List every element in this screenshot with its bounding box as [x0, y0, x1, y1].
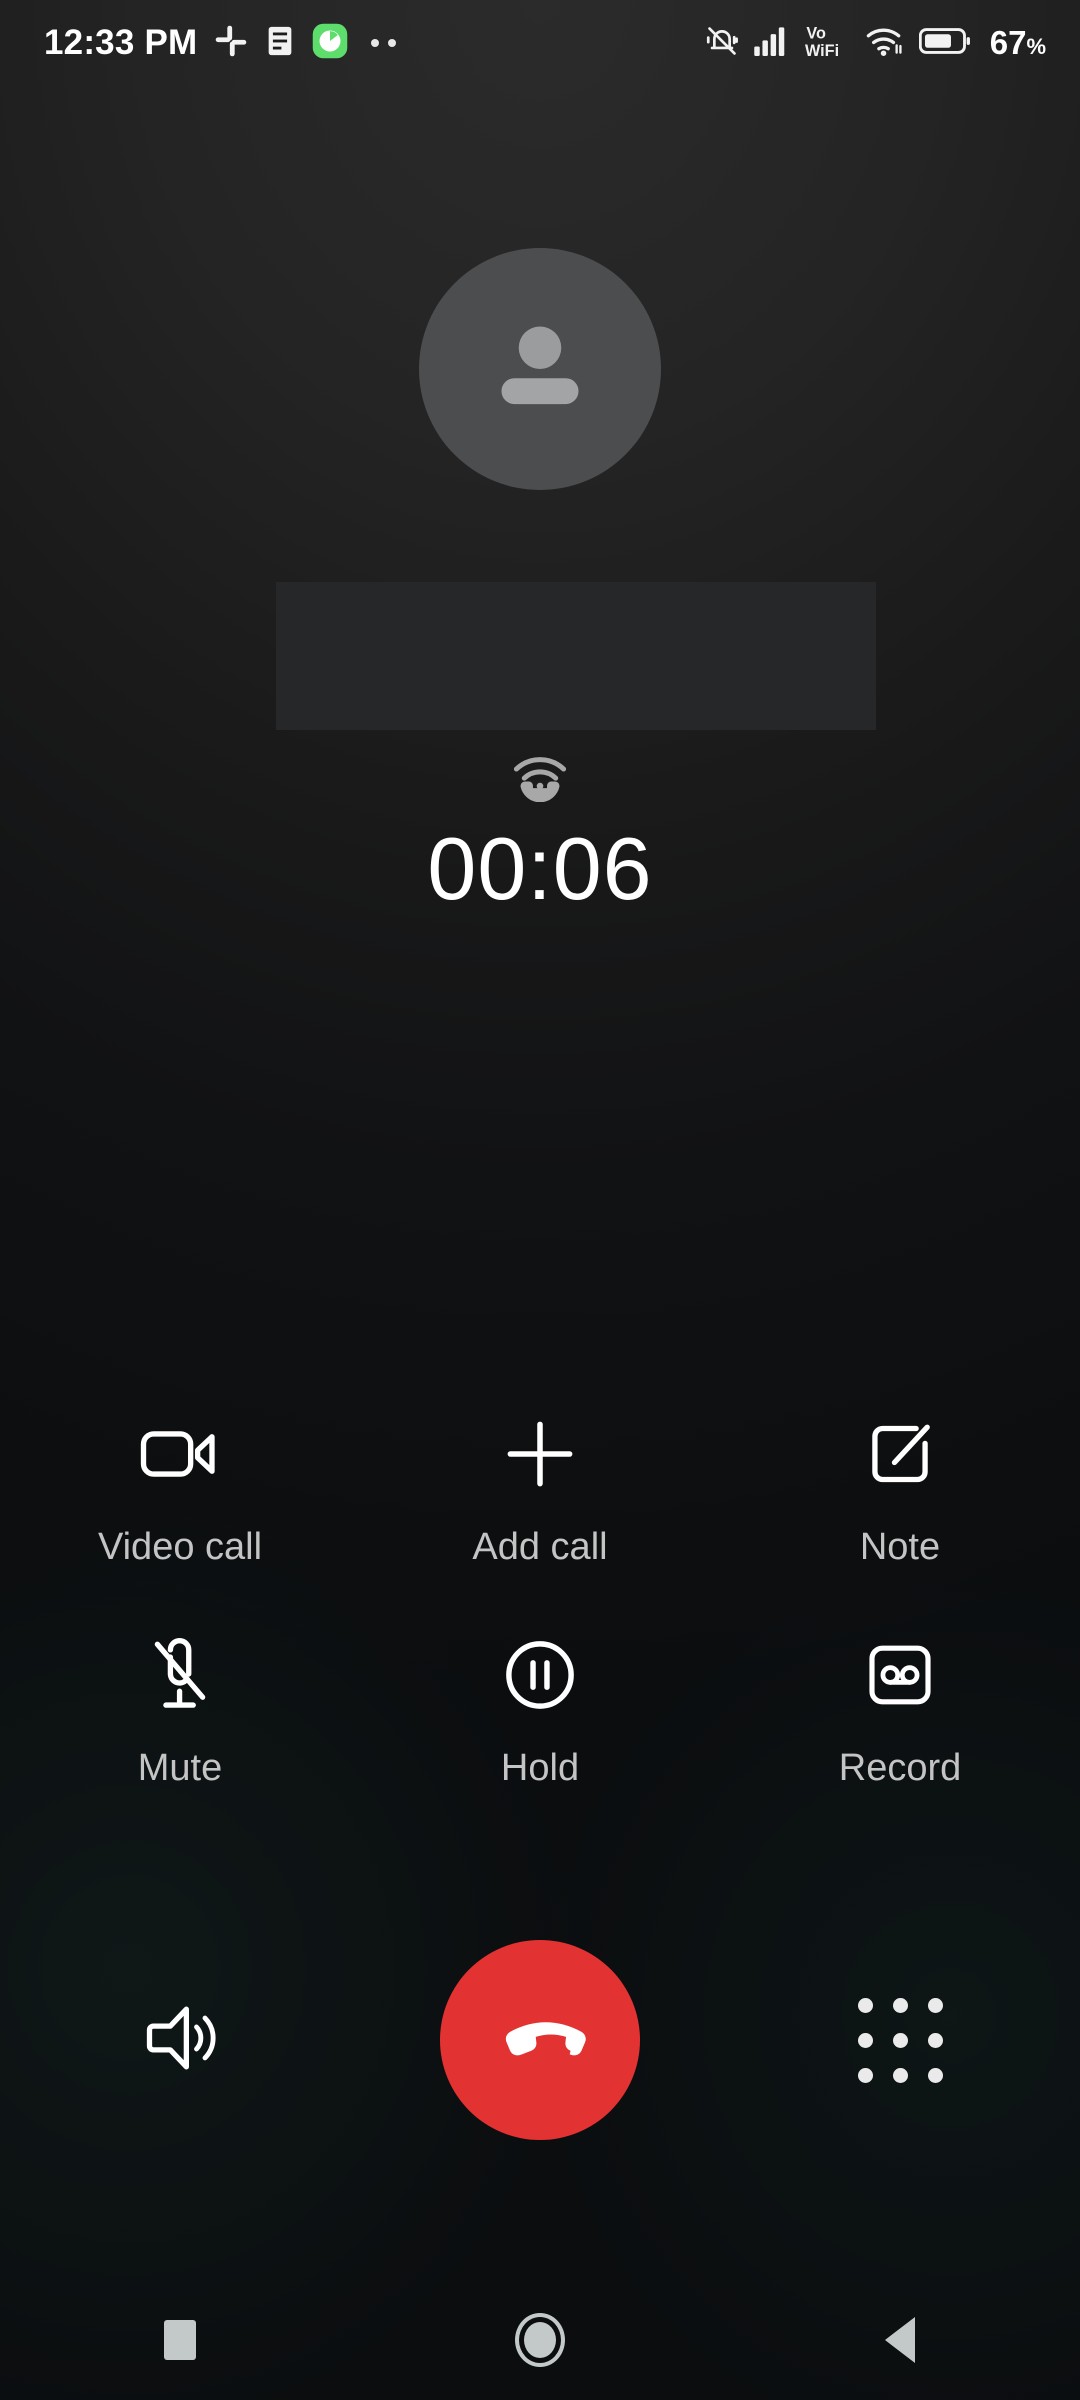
speaker-button[interactable]	[0, 2002, 360, 2079]
call-actions: Video call Add call Note Mute Hold Recor…	[0, 1408, 1080, 1790]
battery-percentage-value: 67	[989, 24, 1027, 61]
battery-percentage: 67%	[990, 24, 1046, 62]
microphone-off-icon	[148, 1629, 212, 1721]
percent-symbol: %	[1026, 34, 1046, 59]
call-control-bar	[0, 1930, 1080, 2150]
back-button[interactable]	[720, 2317, 1080, 2363]
hold-button[interactable]: Hold	[360, 1629, 720, 1790]
note-edit-icon	[866, 1408, 934, 1500]
call-actions-row-1: Video call Add call Note	[0, 1408, 1080, 1569]
dialpad-button[interactable]	[720, 1997, 1080, 2083]
hold-label: Hold	[500, 1747, 580, 1789]
note-label: Note	[859, 1526, 941, 1568]
network-badge	[0, 756, 1080, 802]
status-bar-clock: 12:33 PM	[44, 23, 198, 62]
dialpad-icon	[857, 1997, 943, 2083]
contact-name-redacted	[276, 582, 876, 730]
more-notifications-icon	[371, 39, 397, 47]
add-call-label: Add call	[472, 1526, 608, 1568]
default-contact-avatar-icon	[501, 326, 579, 405]
square-icon	[164, 2320, 196, 2360]
speaker-icon	[137, 2002, 223, 2079]
notes-icon	[265, 24, 295, 63]
end-call-cell	[360, 1940, 720, 2140]
video-call-button[interactable]: Video call	[0, 1408, 360, 1569]
timer-app-icon	[312, 23, 348, 64]
cellular-signal-icon	[753, 26, 790, 61]
wifi-calling-icon	[513, 757, 567, 802]
video-camera-icon	[139, 1408, 221, 1500]
ringer-silent-icon	[705, 24, 739, 63]
battery-icon	[918, 26, 971, 61]
note-button[interactable]: Note	[720, 1408, 1080, 1569]
home-button[interactable]	[360, 2313, 720, 2367]
pause-circle-icon	[503, 1629, 577, 1721]
status-bar: 12:33 PM Vo WiFi 67%	[0, 0, 1080, 86]
record-button[interactable]: Record	[720, 1629, 1080, 1790]
video-call-label: Video call	[97, 1526, 263, 1568]
svg-text:Vo: Vo	[806, 24, 826, 42]
mute-button[interactable]: Mute	[0, 1629, 360, 1790]
avatar	[419, 248, 661, 490]
circle-icon	[515, 2313, 565, 2367]
end-call-button[interactable]	[440, 1940, 640, 2140]
status-bar-left: 12:33 PM	[44, 23, 397, 64]
triangle-left-icon	[885, 2317, 915, 2363]
plus-icon	[504, 1408, 576, 1500]
add-call-button[interactable]: Add call	[360, 1408, 720, 1569]
vowifi-icon: Vo WiFi	[805, 23, 851, 64]
call-duration: 00:06	[427, 819, 653, 918]
end-call-icon	[505, 2022, 586, 2056]
status-bar-right: Vo WiFi 67%	[705, 23, 1046, 64]
navigation-bar	[0, 2280, 1080, 2400]
call-actions-row-2: Mute Hold Record	[0, 1629, 1080, 1790]
in-call-screen: 12:33 PM Vo WiFi 67% 00:06 Video call Ad…	[0, 0, 1080, 2400]
cassette-record-icon	[865, 1629, 935, 1721]
slack-icon	[214, 24, 248, 63]
wifi-icon	[866, 25, 904, 62]
record-label: Record	[838, 1747, 962, 1789]
mute-label: Mute	[137, 1747, 223, 1789]
caller-info: 00:06	[0, 0, 1080, 920]
recents-button[interactable]	[0, 2320, 360, 2360]
svg-text:WiFi: WiFi	[805, 41, 839, 58]
